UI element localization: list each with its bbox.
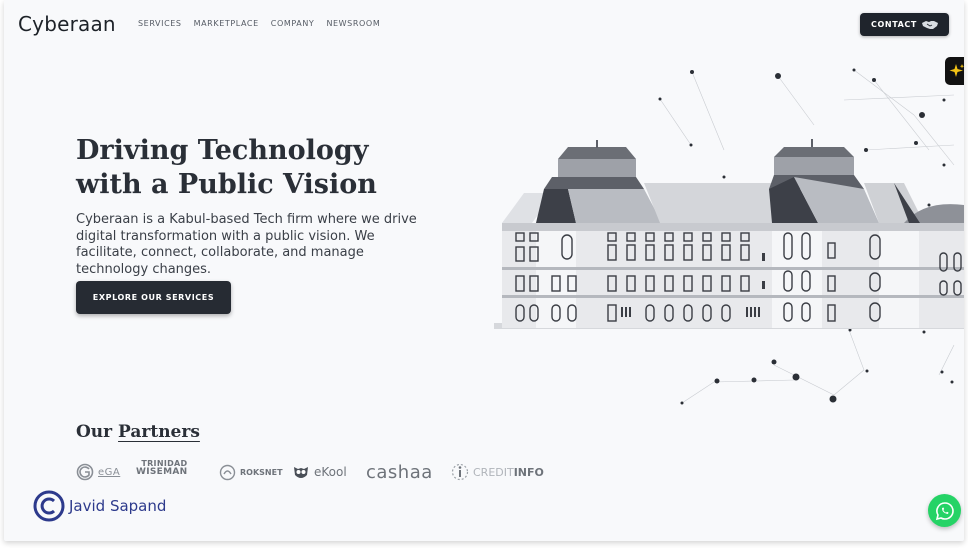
nav-company[interactable]: COMPANY bbox=[271, 19, 315, 28]
main-nav: SERVICES MARKETPLACE COMPANY NEWSROOM bbox=[138, 19, 380, 28]
handshake-icon bbox=[921, 20, 938, 29]
trinidad-line2: WISEMAN bbox=[136, 467, 188, 477]
roksnet-text: ROKSNET bbox=[240, 467, 283, 477]
ega-text: eGA bbox=[98, 466, 121, 478]
hero-title-line2: with a Public Vision bbox=[76, 169, 377, 200]
partner-logo-trinidad-wiseman: TRINIDAD WISEMAN bbox=[136, 455, 187, 481]
partners-heading-prefix: Our bbox=[76, 422, 113, 442]
ekool-text: eKool bbox=[314, 465, 347, 479]
watermark-text: Javid Sapand bbox=[69, 497, 167, 515]
hero-description: Cyberaan is a Kabul-based Tech firm wher… bbox=[76, 212, 417, 277]
copyright-icon bbox=[33, 490, 65, 522]
logo[interactable]: Cyberaan bbox=[18, 12, 116, 36]
nav-services[interactable]: SERVICES bbox=[138, 19, 182, 28]
partner-logo-cashaa: cashaa bbox=[366, 459, 433, 485]
contact-button[interactable]: CONTACT bbox=[860, 13, 949, 36]
ega-icon bbox=[76, 463, 94, 481]
creditinfo-icon bbox=[451, 463, 469, 481]
page-frame: Cyberaan SERVICES MARKETPLACE COMPANY NE… bbox=[4, 0, 964, 541]
partners-heading-underlined: Partners bbox=[118, 422, 200, 442]
building-network-illustration bbox=[494, 68, 964, 405]
cashaa-text: cashaa bbox=[366, 461, 433, 483]
partner-logo-creditinfo: CREDIT INFO bbox=[451, 459, 544, 485]
nav-marketplace[interactable]: MARKETPLACE bbox=[194, 19, 259, 28]
nav-newsroom[interactable]: NEWSROOM bbox=[326, 19, 380, 28]
roksnet-icon bbox=[219, 464, 236, 480]
owl-icon bbox=[294, 467, 308, 478]
whatsapp-icon bbox=[935, 501, 954, 520]
partner-logo-ekool: eKool bbox=[292, 459, 347, 485]
contact-label: CONTACT bbox=[871, 20, 917, 29]
hero-title-line1: Driving Technology bbox=[76, 135, 369, 166]
explore-services-button[interactable]: EXPLORE OUR SERVICES bbox=[76, 281, 231, 314]
creditinfo-text-light: CREDIT bbox=[473, 465, 514, 479]
copyright-watermark: Javid Sapand bbox=[33, 490, 166, 522]
partners-heading: Our Partners bbox=[76, 422, 200, 442]
whatsapp-button[interactable] bbox=[928, 494, 961, 527]
hero-title: Driving Technology with a Public Vision bbox=[76, 134, 416, 202]
partner-logo-ega: eGA bbox=[76, 459, 120, 485]
partner-logo-roksnet: ROKSNET bbox=[219, 459, 283, 485]
creditinfo-text-bold: INFO bbox=[513, 465, 544, 479]
